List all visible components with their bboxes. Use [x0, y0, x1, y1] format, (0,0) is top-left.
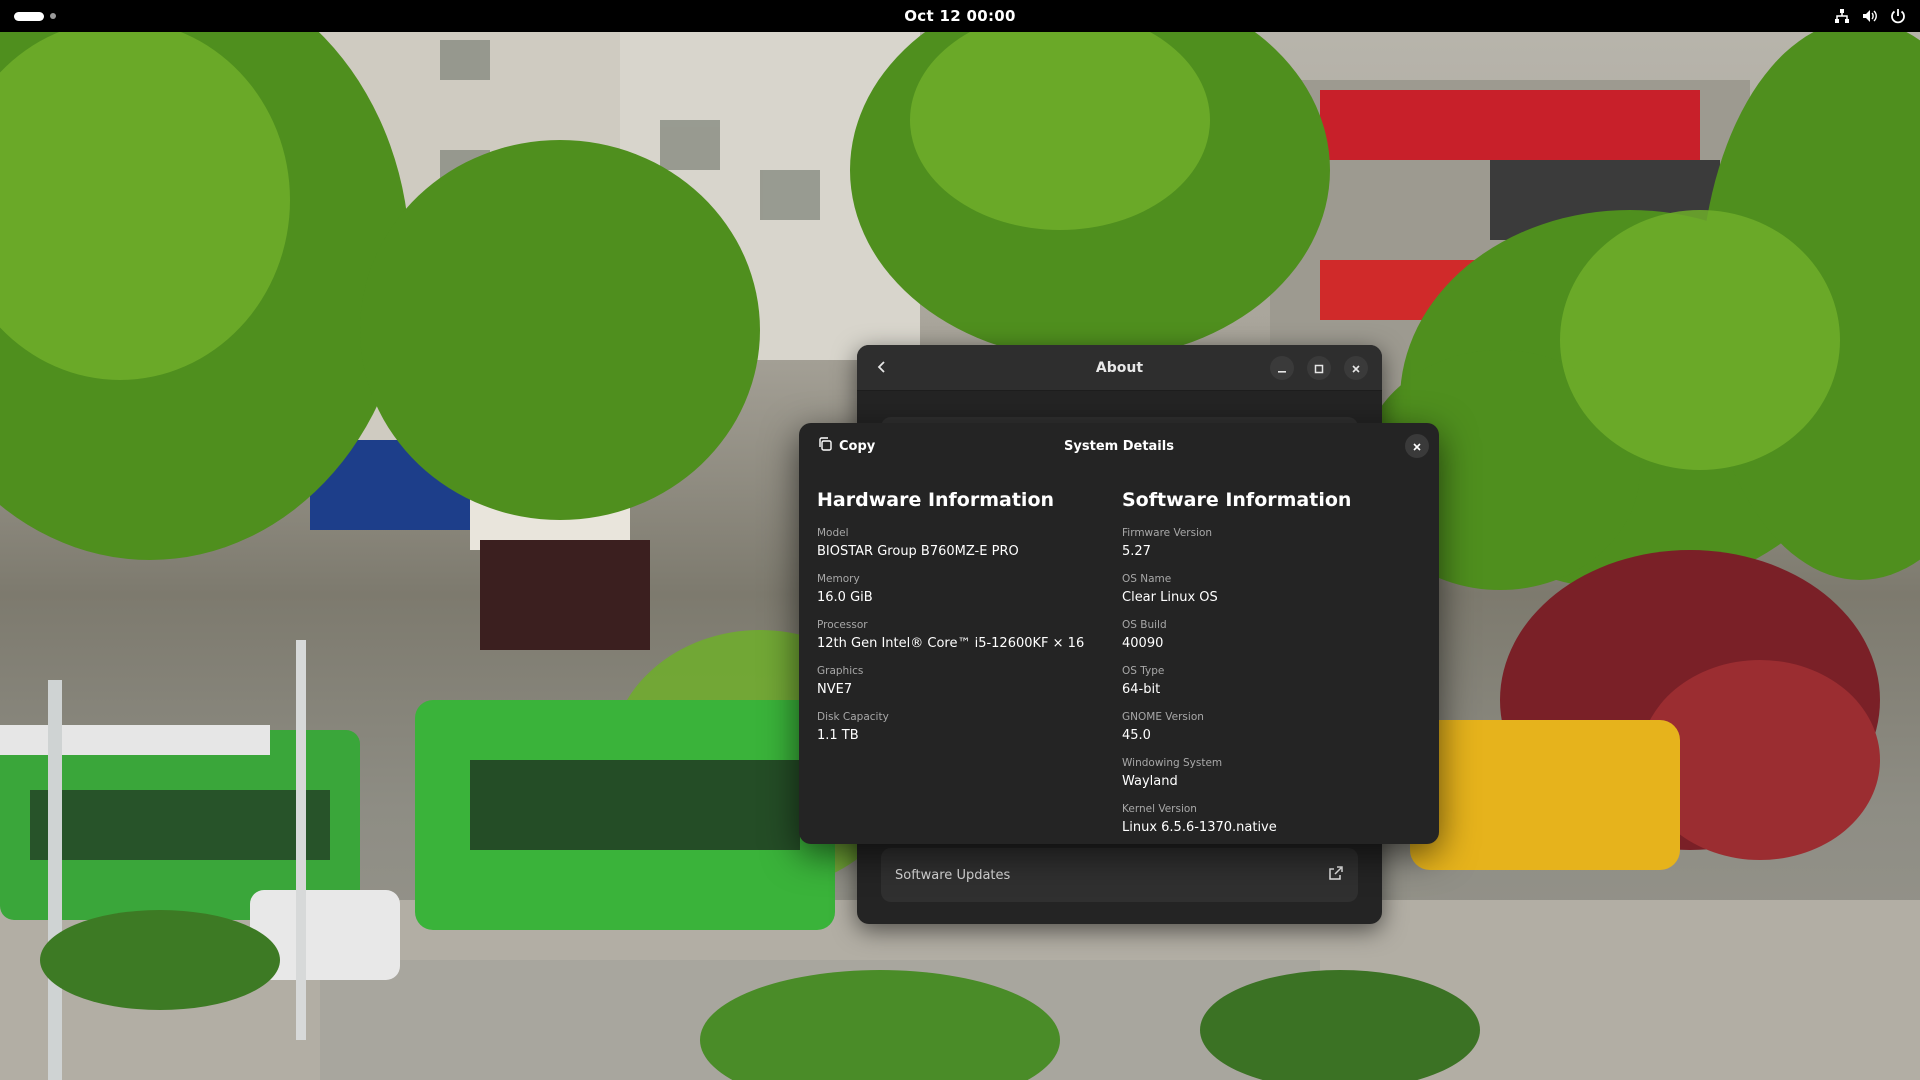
- field-label: Model: [817, 527, 849, 539]
- field-windowing-system: Windowing System Wayland: [1122, 757, 1427, 792]
- field-label: Memory: [817, 573, 860, 585]
- minimize-button[interactable]: [1270, 356, 1294, 380]
- software-heading: Software Information: [1122, 489, 1352, 511]
- field-graphics: Graphics NVE7: [817, 665, 1122, 700]
- volume-icon: [1862, 8, 1878, 24]
- field-label: Graphics: [817, 665, 864, 677]
- field-value: NVE7: [817, 682, 853, 697]
- field-value: 5.27: [1122, 544, 1151, 559]
- field-kernel-version: Kernel Version Linux 6.5.6-1370.native: [1122, 803, 1427, 838]
- copy-button[interactable]: Copy: [811, 432, 881, 460]
- maximize-button[interactable]: [1307, 356, 1331, 380]
- field-model: Model BIOSTAR Group B760MZ-E PRO: [817, 527, 1122, 562]
- field-label: Windowing System: [1122, 757, 1223, 769]
- field-value: 12th Gen Intel® Core™ i5-12600KF × 16: [817, 636, 1085, 651]
- workspace-indicator: [50, 13, 56, 19]
- software-updates-row[interactable]: Software Updates: [881, 848, 1358, 902]
- field-value: 40090: [1122, 636, 1164, 651]
- close-icon: [1351, 359, 1361, 378]
- external-link-icon: [1328, 865, 1344, 885]
- clock[interactable]: Oct 12 00:00: [904, 7, 1015, 25]
- field-label: Kernel Version: [1122, 803, 1197, 815]
- field-value: Wayland: [1122, 774, 1178, 789]
- field-value: 64-bit: [1122, 682, 1161, 697]
- system-details-dialog: Copy System Details Hardware Information…: [799, 423, 1439, 844]
- field-os-name: OS Name Clear Linux OS: [1122, 573, 1427, 608]
- field-value: Clear Linux OS: [1122, 590, 1218, 605]
- workspace-indicator-active: [14, 11, 44, 21]
- close-button[interactable]: [1344, 356, 1368, 380]
- activities-button[interactable]: [14, 11, 56, 21]
- power-icon: [1890, 8, 1906, 24]
- field-label: OS Type: [1122, 665, 1165, 677]
- close-icon: [1412, 437, 1422, 456]
- field-value: Linux 6.5.6-1370.native: [1122, 820, 1277, 835]
- field-label: Firmware Version: [1122, 527, 1213, 539]
- maximize-icon: [1314, 359, 1324, 378]
- field-label: GNOME Version: [1122, 711, 1204, 723]
- minimize-icon: [1277, 359, 1287, 378]
- field-firmware-version: Firmware Version 5.27: [1122, 527, 1427, 562]
- field-memory: Memory 16.0 GiB: [817, 573, 1122, 608]
- field-label: OS Name: [1122, 573, 1172, 585]
- field-label: Processor: [817, 619, 868, 631]
- network-icon: [1834, 8, 1850, 24]
- chevron-left-icon: [875, 359, 889, 378]
- about-header: About: [857, 345, 1382, 391]
- about-title: About: [1095, 359, 1144, 376]
- back-button[interactable]: [867, 353, 897, 383]
- field-value: 16.0 GiB: [817, 590, 873, 605]
- field-label: OS Build: [1122, 619, 1167, 631]
- field-gnome-version: GNOME Version 45.0: [1122, 711, 1427, 746]
- field-value: 45.0: [1122, 728, 1151, 743]
- window-controls: [1270, 356, 1368, 380]
- dialog-title: System Details: [1064, 438, 1174, 454]
- software-updates-label: Software Updates: [895, 867, 1011, 883]
- field-processor: Processor 12th Gen Intel® Core™ i5-12600…: [817, 619, 1122, 654]
- hardware-heading: Hardware Information: [817, 489, 1055, 511]
- system-tray[interactable]: [1834, 7, 1906, 25]
- field-os-build: OS Build 40090: [1122, 619, 1427, 654]
- copy-label: Copy: [839, 438, 876, 454]
- field-os-type: OS Type 64-bit: [1122, 665, 1427, 700]
- hardware-column: Hardware Information Model BIOSTAR Group…: [817, 489, 1122, 849]
- field-disk-capacity: Disk Capacity 1.1 TB: [817, 711, 1122, 746]
- dialog-close-button[interactable]: [1405, 434, 1429, 458]
- field-value: BIOSTAR Group B760MZ-E PRO: [817, 544, 1019, 559]
- software-column: Software Information Firmware Version 5.…: [1122, 489, 1427, 849]
- dialog-header: Copy System Details: [799, 423, 1439, 469]
- top-bar: Oct 12 00:00: [0, 0, 1920, 32]
- copy-icon: [817, 436, 833, 456]
- field-value: 1.1 TB: [817, 728, 859, 743]
- field-label: Disk Capacity: [817, 711, 889, 723]
- details-columns: Hardware Information Model BIOSTAR Group…: [817, 489, 1427, 849]
